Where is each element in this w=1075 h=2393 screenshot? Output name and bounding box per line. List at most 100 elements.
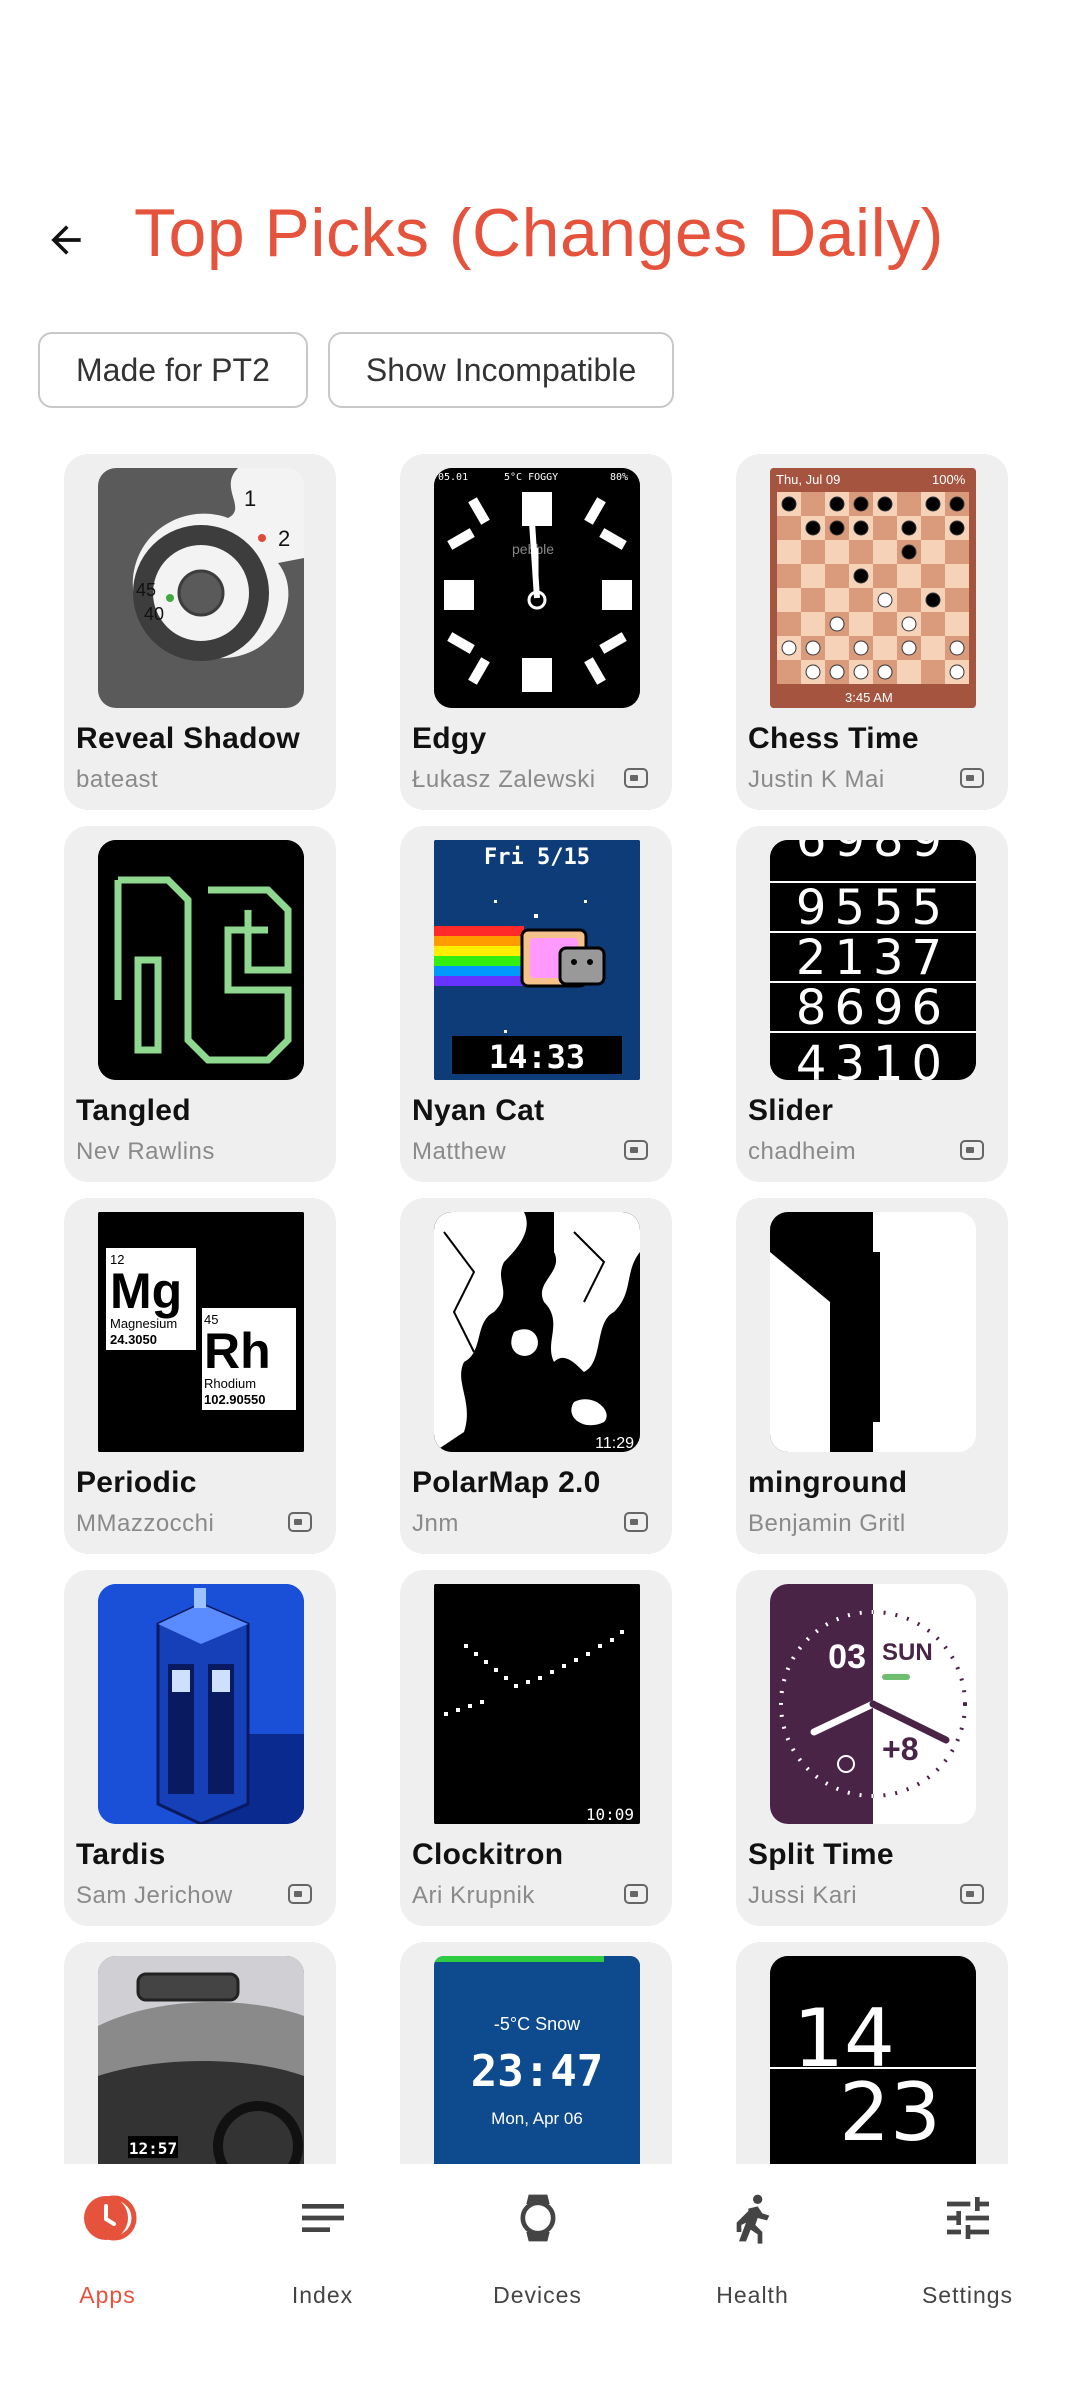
app-author: Łukasz Zalewski	[412, 766, 596, 793]
nav-apps[interactable]: Apps	[0, 2164, 215, 2393]
chess-square	[825, 636, 849, 660]
app-name: Tangled	[76, 1094, 191, 1127]
device-compatibility-icon	[624, 768, 648, 788]
chess-piece	[829, 496, 845, 512]
app-grid: 1 2 45 40 Reveal Shadow bateast 05.01 5°…	[64, 454, 1008, 2164]
chess-square	[945, 612, 969, 636]
thumb-text: 1	[244, 486, 256, 511]
thumb-text: 12:57	[129, 2139, 177, 2158]
bottom-navigation: Apps Index Devices Health Settings	[0, 2164, 1075, 2393]
chess-piece	[949, 496, 965, 512]
thumb-text: 23:47	[471, 2046, 603, 2097]
app-card[interactable]: 14 23	[736, 1942, 1008, 2164]
app-thumbnail: 03 SUN +8	[770, 1584, 976, 1824]
app-author: Benjamin Gritl	[748, 1510, 906, 1537]
thumb-text: 3:45 AM	[845, 690, 893, 705]
thumb-text: +8	[882, 1731, 918, 1767]
chess-square	[897, 492, 921, 516]
thumb-text: 05.01	[438, 472, 468, 483]
chess-square	[777, 660, 801, 684]
header: Top Picks (Changes Daily)	[0, 190, 1075, 290]
chess-square	[825, 540, 849, 564]
chess-square	[777, 516, 801, 540]
app-name: Reveal Shadow	[76, 722, 300, 755]
thumb-text: 14:33	[489, 1038, 585, 1076]
chess-square	[945, 588, 969, 612]
chess-piece	[853, 496, 869, 512]
app-name: Split Time	[748, 1838, 894, 1871]
thumb-text: 1	[770, 1212, 771, 1213]
chess-piece	[781, 640, 797, 656]
app-card[interactable]: -5°C Snow 23:47 Mon, Apr 06	[400, 1942, 672, 2164]
nav-health[interactable]: Health	[645, 2164, 860, 2393]
chess-square	[777, 588, 801, 612]
arrow-left-icon	[51, 225, 81, 255]
chess-square	[849, 612, 873, 636]
app-name: Edgy	[412, 722, 487, 755]
made-for-pt2-chip[interactable]: Made for PT2	[38, 332, 308, 408]
app-card[interactable]: 1 2 45 40 Reveal Shadow bateast	[64, 454, 336, 810]
chess-square	[921, 636, 945, 660]
chess-square	[921, 540, 945, 564]
chess-piece	[901, 640, 917, 656]
back-button[interactable]	[36, 210, 96, 270]
chess-piece	[949, 640, 965, 656]
thumb-text: Thu, Jul 09	[776, 472, 840, 487]
app-card[interactable]: 12:57	[64, 1942, 336, 2164]
page-title: Top Picks (Changes Daily)	[134, 195, 944, 271]
chess-square	[825, 588, 849, 612]
chess-piece	[901, 520, 917, 536]
chess-square	[921, 660, 945, 684]
app-author: Jussi Kari	[748, 1882, 858, 1909]
chess-piece	[805, 520, 821, 536]
chess-piece	[853, 640, 869, 656]
nav-index[interactable]: Index	[215, 2164, 430, 2393]
app-author: Justin K Mai	[748, 766, 885, 793]
device-compatibility-icon	[960, 1140, 984, 1160]
thumb-text: 8696	[796, 980, 950, 1036]
chess-piece	[805, 640, 821, 656]
app-thumbnail: 6989 9555 2137 8696 4310	[770, 840, 976, 1080]
app-card[interactable]: 6989 9555 2137 8696 4310 Slider chadheim	[736, 826, 1008, 1182]
nav-devices[interactable]: Devices	[430, 2164, 645, 2393]
app-card[interactable]: 03 SUN +8 Split Time Jussi Kari	[736, 1570, 1008, 1926]
chess-square	[801, 612, 825, 636]
thumb-text: 9555	[796, 880, 950, 936]
app-thumbnail	[98, 1584, 304, 1824]
chess-square	[825, 564, 849, 588]
app-card[interactable]: Tangled Nev Rawlins	[64, 826, 336, 1182]
thumb-text: 4310	[796, 1036, 950, 1080]
chess-piece	[853, 520, 869, 536]
nav-label: Devices	[493, 2282, 582, 2308]
app-card[interactable]: 11:29 PolarMap 2.0 Jnm	[400, 1198, 672, 1554]
nav-settings[interactable]: Settings	[860, 2164, 1075, 2393]
chess-square	[921, 612, 945, 636]
chess-square	[849, 588, 873, 612]
chess-piece	[877, 496, 893, 512]
show-incompatible-chip[interactable]: Show Incompatible	[327, 332, 675, 408]
thumb-text: Mon, Apr 06	[491, 2109, 583, 2128]
app-card[interactable]: 05.01 5°C FOGGY 80% Edgy Łukasz Zalewski	[400, 454, 672, 810]
app-card[interactable]: 1 minground Benjamin Gritl	[736, 1198, 1008, 1554]
thumb-text: 45	[136, 580, 156, 600]
thumb-text: 100%	[932, 472, 966, 487]
app-card[interactable]: 12 Mg Magnesium 24.3050 45 Rh Rhodium 10…	[64, 1198, 336, 1554]
app-card[interactable]: 10:09 Clockitron Ari Krupnik	[400, 1570, 672, 1926]
app-screen: Top Picks (Changes Daily) Made for PT2 S…	[0, 0, 1075, 2393]
chess-square	[897, 564, 921, 588]
app-thumbnail: 05.01 5°C FOGGY 80%	[434, 468, 640, 708]
app-card[interactable]: Thu, Jul 09 100% 3:45 AM Chess Time Just…	[736, 454, 1008, 810]
chess-piece	[781, 496, 797, 512]
chess-square	[873, 540, 897, 564]
chess-square	[897, 660, 921, 684]
app-card[interactable]: Tardis Sam Jerichow	[64, 1570, 336, 1926]
app-author: chadheim	[748, 1138, 857, 1165]
app-thumbnail: 12:57	[98, 1956, 304, 2164]
device-compatibility-icon	[960, 768, 984, 788]
thumb-text: 102.90550	[204, 1392, 265, 1407]
app-grid-viewport[interactable]: 1 2 45 40 Reveal Shadow bateast 05.01 5°…	[0, 454, 1075, 2164]
thumb-text: Rhodium	[204, 1376, 256, 1391]
chess-square	[873, 636, 897, 660]
chess-square	[945, 540, 969, 564]
app-card[interactable]: Fri 5/15 14:33 Nyan Cat Matthew	[400, 826, 672, 1182]
